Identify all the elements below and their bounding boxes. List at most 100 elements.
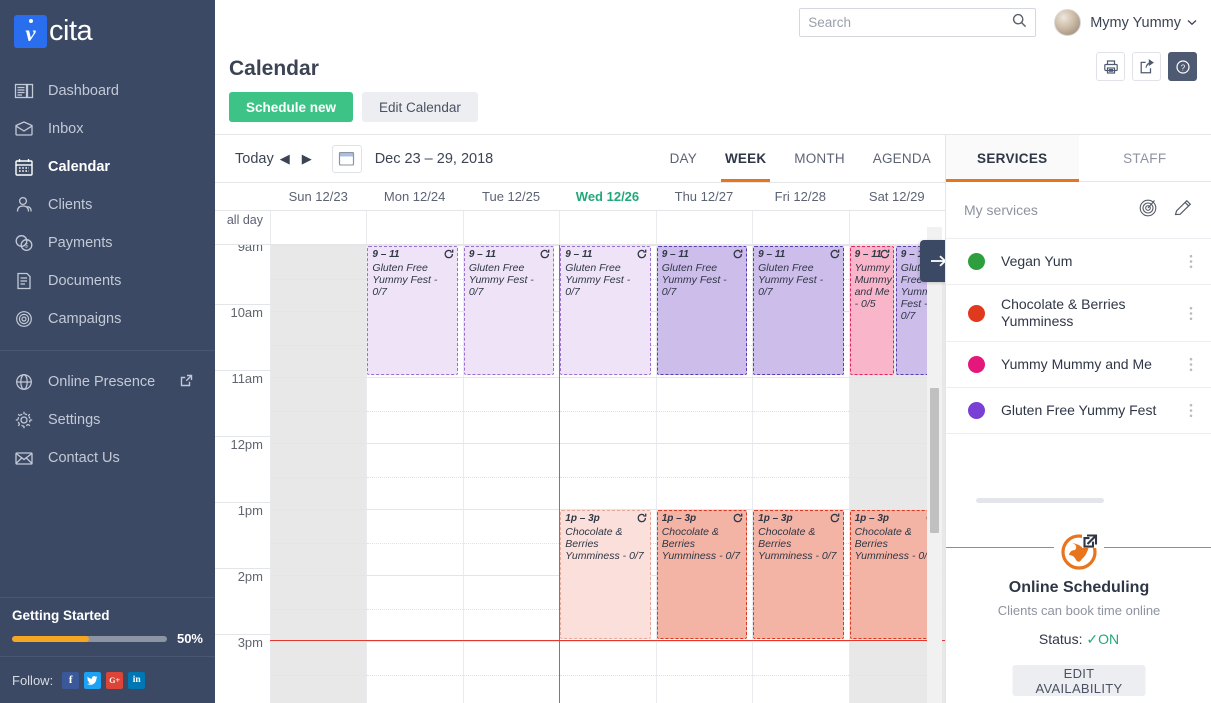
calendar-slot[interactable] xyxy=(462,641,560,703)
print-icon[interactable] xyxy=(1096,52,1125,81)
schedule-new-button[interactable]: Schedule new xyxy=(229,92,354,122)
sidebar-item-dashboard[interactable]: Dashboard xyxy=(0,72,215,110)
view-tab-day[interactable]: DAY xyxy=(656,135,711,182)
calendar-event[interactable]: 9 – 11 Yummy Mummy and Me - 0/5 xyxy=(849,246,894,375)
all-day-cell[interactable] xyxy=(366,211,462,244)
sidebar-item-campaigns[interactable]: Campaigns xyxy=(0,300,215,338)
calendar-slot[interactable] xyxy=(462,509,560,575)
calendar-slot[interactable] xyxy=(655,377,753,443)
search-box[interactable] xyxy=(799,8,1037,37)
view-tab-week[interactable]: WEEK xyxy=(711,135,780,182)
pencil-icon[interactable] xyxy=(1173,198,1193,223)
all-day-cell[interactable] xyxy=(752,211,848,244)
calendar-slot[interactable] xyxy=(366,575,464,641)
sidebar-item-settings[interactable]: Settings xyxy=(0,401,215,439)
calendar-event[interactable]: 9 – 11 Gluten Free Yummy Fest - 0/7 xyxy=(560,246,651,375)
sidebar-item-online-presence[interactable]: Online Presence xyxy=(0,363,215,401)
calendar-event[interactable]: 9 – 11 Gluten Free Yummy Fest - 0/7 xyxy=(753,246,844,375)
day-header-sun[interactable]: Sun 12/23 xyxy=(270,183,366,210)
sidebar-item-inbox[interactable]: Inbox xyxy=(0,110,215,148)
service-options-kebab-icon[interactable] xyxy=(1185,357,1197,372)
calendar-slot[interactable] xyxy=(462,443,560,509)
tab-staff[interactable]: STAFF xyxy=(1079,135,1211,181)
sidebar-item-contact-us[interactable]: Contact Us xyxy=(0,439,215,477)
service-options-kebab-icon[interactable] xyxy=(1185,306,1197,321)
calendar-event[interactable]: 9 – 11 Gluten Free Yummy Fest - 0/7 xyxy=(463,246,555,375)
google-plus-icon[interactable]: G+ xyxy=(106,671,124,689)
service-options-kebab-icon[interactable] xyxy=(1185,254,1197,269)
calendar-slot[interactable] xyxy=(752,443,849,509)
share-icon[interactable] xyxy=(1132,52,1161,81)
all-day-cell[interactable] xyxy=(655,211,752,244)
calendar-slot[interactable] xyxy=(462,377,560,443)
calendar-event[interactable]: 9 – 11 Gluten Free Yummy Fest - 0/7 xyxy=(367,246,458,375)
view-tab-agenda[interactable]: AGENDA xyxy=(859,135,945,182)
calendar-slot[interactable] xyxy=(655,641,753,703)
edit-availability-button[interactable]: EDIT AVAILABILITY xyxy=(1012,665,1146,696)
twitter-icon[interactable] xyxy=(84,671,102,689)
day-header-mon[interactable]: Mon 12/24 xyxy=(366,183,462,210)
day-header-fri[interactable]: Fri 12/28 xyxy=(752,183,848,210)
next-week-button[interactable]: ▶ xyxy=(296,151,318,167)
service-row[interactable]: Yummy Mummy and Me xyxy=(946,342,1211,388)
calendar-slot[interactable] xyxy=(559,443,657,509)
service-row[interactable]: Vegan Yum xyxy=(946,239,1211,285)
calendar-slot[interactable] xyxy=(752,641,849,703)
calendar-slot[interactable] xyxy=(366,377,464,443)
view-tab-month[interactable]: MONTH xyxy=(780,135,859,182)
calendar-slot[interactable] xyxy=(752,377,849,443)
calendar-slot[interactable] xyxy=(270,311,367,377)
getting-started-widget[interactable]: Getting Started 50% xyxy=(0,597,215,656)
calendar-scrollbar-thumb[interactable] xyxy=(930,388,939,533)
edit-calendar-button[interactable]: Edit Calendar xyxy=(362,92,478,122)
sidebar-item-label: Campaigns xyxy=(48,311,122,327)
calendar-slot[interactable] xyxy=(559,641,657,703)
search-icon[interactable] xyxy=(1012,13,1027,33)
date-picker-icon[interactable] xyxy=(331,144,362,173)
calendar-slot[interactable] xyxy=(270,575,367,641)
calendar-slot[interactable] xyxy=(462,575,560,641)
calendar-scroll-region[interactable]: 9am 10am 11am 12pm 1pm 2pm 3pm 9 – 11 Gluten Fr… xyxy=(215,245,945,703)
facebook-icon[interactable]: f xyxy=(62,671,80,689)
calendar-slot[interactable] xyxy=(655,443,753,509)
service-options-kebab-icon[interactable] xyxy=(1185,403,1197,418)
tab-services[interactable]: SERVICES xyxy=(946,135,1079,182)
calendar-slot[interactable] xyxy=(559,377,657,443)
calendar-slot[interactable] xyxy=(270,377,367,443)
day-header-sat[interactable]: Sat 12/29 xyxy=(849,183,945,210)
calendar-slot[interactable] xyxy=(270,641,367,703)
calendar-slot[interactable] xyxy=(366,443,464,509)
target-icon[interactable] xyxy=(1138,197,1159,223)
calendar-slot[interactable] xyxy=(270,443,367,509)
linkedin-icon[interactable]: in xyxy=(128,671,146,689)
user-menu[interactable]: Mymy Yummy xyxy=(1054,9,1197,36)
calendar-event[interactable]: 1p – 3p Chocolate & Berries Yumminess - 0… xyxy=(560,510,651,639)
calendar-event[interactable]: 1p – 3p Chocolate & Berries Yumminess - 0… xyxy=(753,510,844,639)
search-input[interactable] xyxy=(808,15,1013,30)
prev-week-button[interactable]: ◀ xyxy=(274,151,296,167)
panel-scroll-indicator[interactable] xyxy=(976,498,1104,503)
app-logo[interactable]: v cita xyxy=(0,0,215,62)
day-header-thu[interactable]: Thu 12/27 xyxy=(656,183,752,210)
calendar-slot[interactable] xyxy=(270,509,367,575)
sidebar-item-clients[interactable]: Clients xyxy=(0,186,215,224)
sidebar-item-calendar[interactable]: Calendar xyxy=(0,148,215,186)
calendar-slot[interactable] xyxy=(270,245,367,311)
all-day-cell[interactable] xyxy=(270,211,366,244)
all-day-cell[interactable] xyxy=(462,211,559,244)
today-button[interactable]: Today xyxy=(235,151,274,167)
calendar-event[interactable]: 1p – 3p Chocolate & Berries Yumminess - 0… xyxy=(656,510,748,639)
expand-panel-arrow-button[interactable] xyxy=(920,240,945,282)
day-header-tue[interactable]: Tue 12/25 xyxy=(463,183,559,210)
service-row[interactable]: Gluten Free Yummy Fest xyxy=(946,388,1211,434)
day-header-wed[interactable]: Wed 12/26 xyxy=(559,183,655,210)
all-day-cell[interactable] xyxy=(559,211,655,244)
calendar-event[interactable]: 9 – 11 Gluten Free Yummy Fest - 0/7 xyxy=(656,246,748,375)
calendar-slot[interactable] xyxy=(366,509,464,575)
calendar-slot[interactable] xyxy=(366,641,464,703)
help-icon[interactable]: ? xyxy=(1168,52,1197,81)
sidebar-item-payments[interactable]: $ Payments xyxy=(0,224,215,262)
sidebar-item-documents[interactable]: Documents xyxy=(0,262,215,300)
chevron-down-icon xyxy=(1187,17,1197,29)
service-row[interactable]: Chocolate & Berries Yumminess xyxy=(946,285,1211,342)
